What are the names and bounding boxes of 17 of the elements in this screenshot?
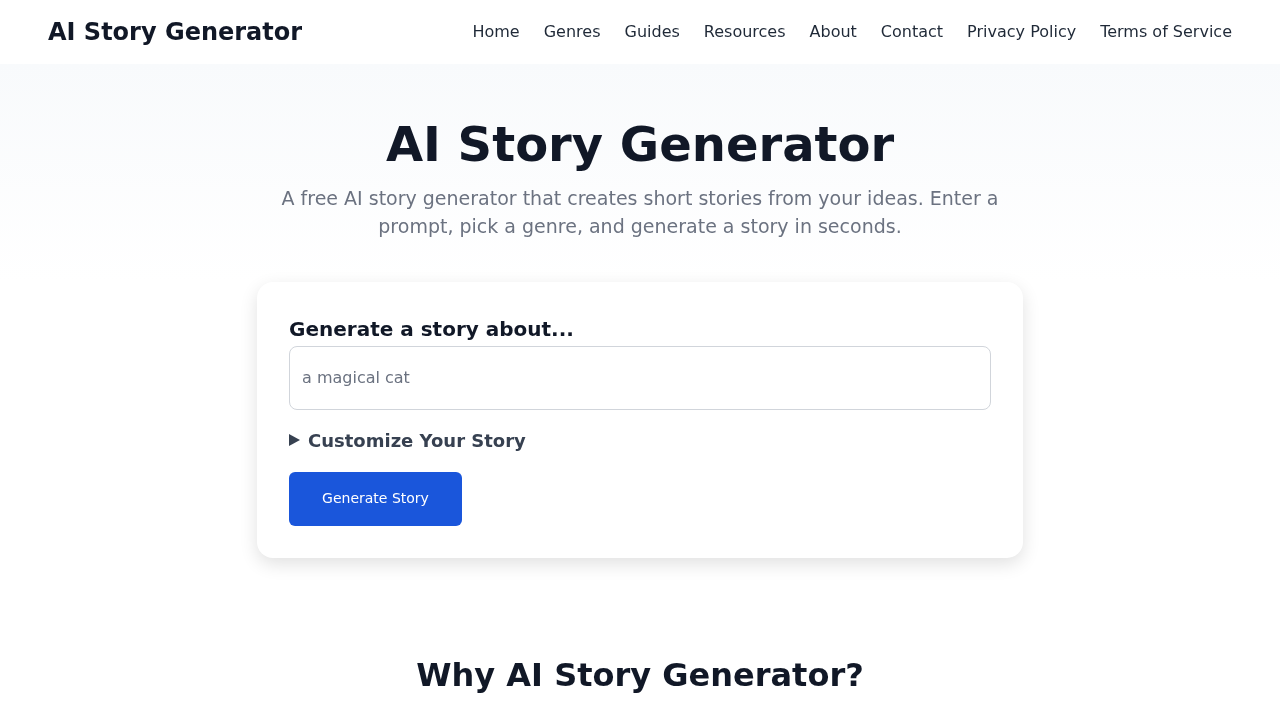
- customize-toggle[interactable]: Customize Your Story: [289, 426, 526, 454]
- caret-right-icon: [289, 434, 300, 447]
- generate-button[interactable]: Generate Story: [289, 471, 462, 526]
- nav-link[interactable]: Genres: [543, 20, 601, 44]
- site-logo[interactable]: AI Story Generator: [48, 14, 303, 50]
- prompt-input[interactable]: a magical cat: [289, 345, 991, 410]
- nav-link[interactable]: Terms of Service: [1100, 20, 1232, 44]
- nav-link[interactable]: Resources: [703, 20, 786, 44]
- hero-subtitle: A free AI story generator that creates short stories from your ideas. Enter a prompt, pick a genre, and generate a story in seconds.: [280, 185, 1000, 239]
- nav-link[interactable]: Contact: [880, 20, 944, 44]
- section-title: Why AI Story Generator?: [415, 655, 865, 694]
- nav-link[interactable]: Home: [472, 20, 520, 44]
- nav-link[interactable]: About: [809, 20, 857, 44]
- prompt-label: Generate a story about...: [289, 315, 575, 343]
- nav-link[interactable]: Privacy Policy: [967, 20, 1077, 44]
- hero-title: AI Story Generator: [384, 116, 896, 174]
- nav-link[interactable]: Guides: [624, 20, 680, 44]
